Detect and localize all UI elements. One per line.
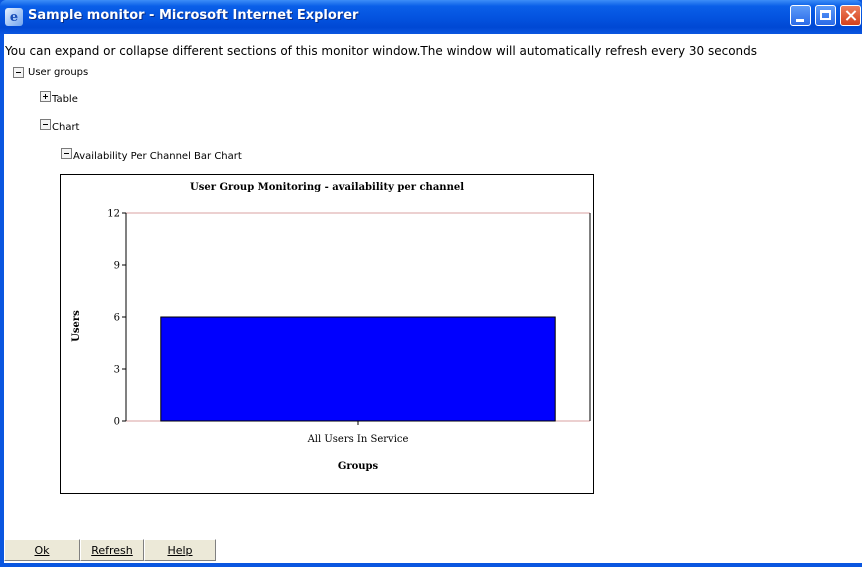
close-icon[interactable]: [840, 5, 861, 26]
browser-window: e Sample monitor - Microsoft Internet Ex…: [0, 0, 862, 567]
intro-text: You can expand or collapse different sec…: [5, 44, 758, 58]
ie-icon: e: [5, 8, 23, 26]
minimize-icon[interactable]: [790, 5, 811, 26]
tree-label-table: Table: [52, 94, 78, 105]
window-title: Sample monitor - Microsoft Internet Expl…: [28, 8, 359, 23]
button-bar: Ok Refresh Help: [4, 539, 216, 561]
x-tick-label: All Users In Service: [307, 434, 409, 445]
tree-bar-chart: Availability Per Channel Bar Chart: [61, 148, 242, 162]
collapse-icon[interactable]: [40, 119, 51, 130]
plot-area: 0 3 6 9 12 All Users In Service: [107, 209, 591, 445]
y-axis-label: Users: [71, 310, 82, 342]
tree-label-bar-chart: Availability Per Channel Bar Chart: [73, 151, 242, 162]
collapse-icon[interactable]: [13, 67, 24, 78]
refresh-button[interactable]: Refresh: [80, 539, 144, 561]
tree-table: Table: [40, 91, 78, 105]
maximize-icon[interactable]: [815, 5, 836, 26]
tree-label-user-groups: User groups: [28, 67, 89, 78]
chart-svg: User Group Monitoring - availability per…: [71, 182, 591, 472]
tree-label-chart: Chart: [52, 122, 80, 133]
collapse-icon[interactable]: [61, 148, 72, 159]
x-axis-label: Groups: [338, 461, 379, 472]
window-border: [0, 563, 862, 567]
tree-user-groups: User groups: [13, 67, 88, 78]
y-tick-label: 3: [114, 365, 120, 376]
bar: [160, 316, 556, 422]
y-tick-label: 0: [114, 417, 120, 428]
y-tick-label: 9: [114, 261, 120, 272]
ok-button[interactable]: Ok: [4, 539, 80, 561]
help-button[interactable]: Help: [144, 539, 216, 561]
y-tick-label: 12: [107, 209, 120, 220]
page-content: You can expand or collapse different sec…: [4, 34, 862, 563]
y-tick-label: 6: [114, 313, 120, 324]
title-bar[interactable]: e Sample monitor - Microsoft Internet Ex…: [0, 0, 862, 34]
chart-title: User Group Monitoring - availability per…: [190, 182, 464, 193]
tree-chart: Chart: [40, 119, 80, 133]
expand-icon[interactable]: [40, 91, 51, 102]
bar-chart: User Group Monitoring - availability per…: [60, 174, 594, 494]
